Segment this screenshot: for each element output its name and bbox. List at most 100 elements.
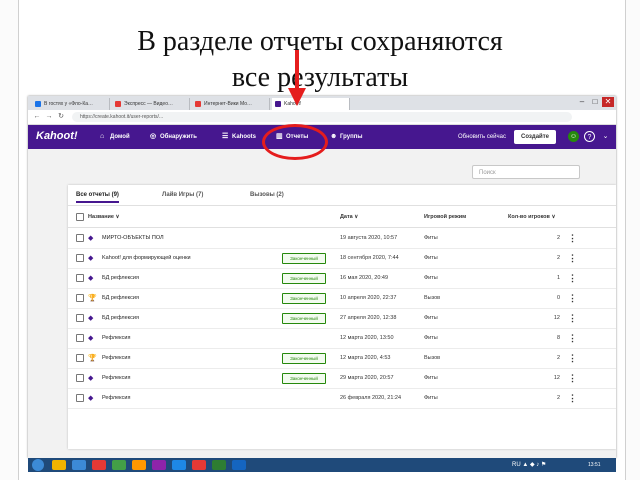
taskbar-app-icon[interactable] xyxy=(52,460,66,470)
maximize-button[interactable]: □ xyxy=(589,97,601,107)
report-name[interactable]: БД рефлексия xyxy=(102,312,139,324)
select-all-checkbox[interactable] xyxy=(76,213,84,221)
row-checkbox[interactable] xyxy=(76,354,84,362)
taskbar-app-icon[interactable] xyxy=(132,460,146,470)
table-row[interactable]: ◆ БД рефлексия Законченный 16 мая 2020, 20:… xyxy=(68,268,616,289)
chevron-down-icon[interactable]: ⌄ xyxy=(600,131,611,142)
nav-item-compass[interactable]: ◎ Обнаружить xyxy=(150,132,197,142)
report-mode: Фиты xyxy=(424,395,438,401)
report-name[interactable]: Рефлексия xyxy=(102,352,130,364)
kahoot-icon: ◆ xyxy=(88,315,94,322)
table-row[interactable]: ◆ МИРТО-ОБЪЕКТЫ ПОЛ 19 августа 2020, 10:57… xyxy=(68,228,616,249)
nav-item-label: Обнаружить xyxy=(160,134,197,140)
table-row[interactable]: ◆ БД рефлексия Законченный 27 апреля 2020, … xyxy=(68,308,616,329)
browser-tab-label: В гостях у «Фло-Ка… xyxy=(44,101,94,107)
arrow-shaft xyxy=(295,50,299,90)
nav-item-list[interactable]: ☰ Kahoots xyxy=(222,132,256,142)
taskbar-app-icon[interactable] xyxy=(232,460,246,470)
status-badge: Законченный xyxy=(282,373,326,384)
more-options-icon[interactable]: ⋮ xyxy=(568,332,577,344)
report-mode: Фиты xyxy=(424,375,438,381)
browser-tab[interactable]: Экспресс — Видео… xyxy=(112,98,190,110)
reports-tabs: Все отчеты (9) Лайв Игры (7) Вызовы (2) xyxy=(68,185,616,206)
report-name[interactable]: Рефлексия xyxy=(102,372,130,384)
tab-challenges[interactable]: Вызовы (2) xyxy=(250,189,284,201)
reports-highlight-circle xyxy=(262,124,328,160)
taskbar-app-icon[interactable] xyxy=(72,460,86,470)
more-options-icon[interactable]: ⋮ xyxy=(568,352,577,364)
taskbar-app-icon[interactable] xyxy=(152,460,166,470)
favicon-icon xyxy=(35,101,41,107)
reload-icon[interactable]: ↻ xyxy=(56,112,66,122)
more-options-icon[interactable]: ⋮ xyxy=(568,292,577,304)
taskbar-app-icon[interactable] xyxy=(192,460,206,470)
avatar[interactable]: ☺ xyxy=(568,131,579,142)
table-row[interactable]: ◆ Kahoot! для формирующей оценки Законченн… xyxy=(68,248,616,269)
more-options-icon[interactable]: ⋮ xyxy=(568,272,577,284)
more-options-icon[interactable]: ⋮ xyxy=(568,252,577,264)
more-options-icon[interactable]: ⋮ xyxy=(568,372,577,384)
upgrade-link[interactable]: Обновить сейчас xyxy=(458,132,506,142)
start-button[interactable] xyxy=(32,459,44,471)
table-row[interactable]: 🏆 БД рефлексия Законченный 10 апреля 2020, … xyxy=(68,288,616,309)
create-button[interactable]: Создайте xyxy=(514,130,556,144)
status-badge: Законченный xyxy=(282,273,326,284)
system-tray[interactable]: RU ▲ ◆ ♪ ⚑ xyxy=(512,460,546,470)
tab-live-games[interactable]: Лайв Игры (7) xyxy=(162,189,203,201)
report-name[interactable]: Kahoot! для формирующей оценки xyxy=(102,252,191,264)
url-field[interactable]: https://create.kahoot.it/user-reports/..… xyxy=(72,112,572,122)
report-date: 16 мая 2020, 20:49 xyxy=(340,275,389,281)
row-checkbox[interactable] xyxy=(76,314,84,322)
row-checkbox[interactable] xyxy=(76,294,84,302)
more-options-icon[interactable]: ⋮ xyxy=(568,392,577,404)
browser-tab[interactable]: Интернет-Вики Мо… xyxy=(192,98,270,110)
table-row[interactable]: 🏆 Рефлексия Законченный 12 марта 2020, 4:53… xyxy=(68,348,616,369)
row-checkbox[interactable] xyxy=(76,334,84,342)
report-name[interactable]: Рефлексия xyxy=(102,332,130,344)
minimize-button[interactable]: – xyxy=(576,97,588,107)
report-players: 2 xyxy=(556,255,560,261)
slide-title-line-1: В разделе отчеты сохраняются xyxy=(137,26,503,57)
report-name[interactable]: БД рефлексия xyxy=(102,272,139,284)
column-date[interactable]: Дата ∨ xyxy=(340,211,358,223)
more-options-icon[interactable]: ⋮ xyxy=(568,232,577,244)
taskbar-app-icon[interactable] xyxy=(112,460,126,470)
forward-arrow-icon[interactable]: → xyxy=(44,112,54,122)
list-icon: ☰ xyxy=(222,133,229,140)
taskbar-app-icon[interactable] xyxy=(172,460,186,470)
nav-item-group[interactable]: ☻ Группы xyxy=(330,132,362,142)
close-window-button[interactable]: ✕ xyxy=(602,97,614,107)
browser-tab[interactable]: В гостях у «Фло-Ка… xyxy=(32,98,110,110)
table-row[interactable]: ◆ Рефлексия 26 февраля 2020, 21:24 Фиты 2 ⋮ xyxy=(68,388,616,409)
back-arrow-icon[interactable]: ← xyxy=(32,112,42,122)
kahoot-logo[interactable]: Kahoot! xyxy=(36,130,78,142)
row-checkbox[interactable] xyxy=(76,374,84,382)
report-name[interactable]: Рефлексия xyxy=(102,392,130,404)
column-players[interactable]: Кол-во игроков ∨ xyxy=(508,211,555,223)
column-name[interactable]: Название ∨ xyxy=(88,211,120,223)
nav-item-label: Домой xyxy=(110,134,130,140)
row-checkbox[interactable] xyxy=(76,274,84,282)
nav-item-home[interactable]: ⌂ Домой xyxy=(100,132,130,142)
table-row[interactable]: ◆ Рефлексия 12 марта 2020, 13:50 Фиты 8 ⋮ xyxy=(68,328,616,349)
favicon-icon xyxy=(275,101,281,107)
tab-all-reports[interactable]: Все отчеты (9) xyxy=(76,189,119,203)
search-input[interactable]: Поиск xyxy=(472,165,580,179)
row-checkbox[interactable] xyxy=(76,254,84,262)
row-checkbox[interactable] xyxy=(76,394,84,402)
report-name[interactable]: БД рефлексия xyxy=(102,292,139,304)
row-checkbox[interactable] xyxy=(76,234,84,242)
report-players: 1 xyxy=(556,275,560,281)
report-mode: Фиты xyxy=(424,335,438,341)
browser-tab[interactable]: Kahoot! xyxy=(272,98,350,110)
more-options-icon[interactable]: ⋮ xyxy=(568,312,577,324)
kahoot-icon: ◆ xyxy=(88,395,94,402)
status-badge: Законченный xyxy=(282,353,326,364)
report-name[interactable]: МИРТО-ОБЪЕКТЫ ПОЛ xyxy=(102,232,164,244)
taskbar-app-icon[interactable] xyxy=(212,460,226,470)
report-players: 12 xyxy=(553,375,560,381)
report-players: 2 xyxy=(556,395,560,401)
help-icon[interactable]: ? xyxy=(584,131,595,142)
table-row[interactable]: ◆ Рефлексия Законченный 29 марта 2020, 20:5… xyxy=(68,368,616,389)
taskbar-app-icon[interactable] xyxy=(92,460,106,470)
